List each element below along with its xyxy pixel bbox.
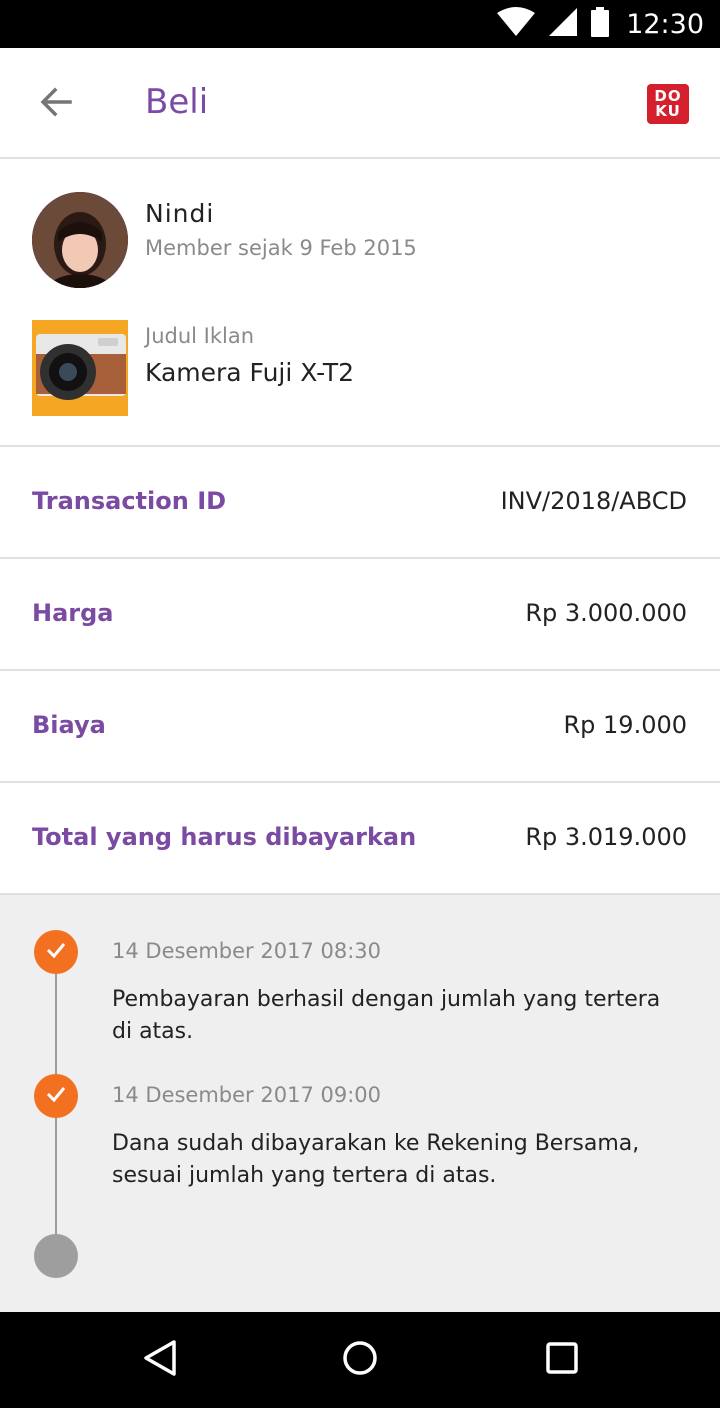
fee-value: Rp 19.000 [563,711,687,739]
fee-row: Biaya Rp 19.000 [0,671,720,783]
transaction-id-value: INV/2018/ABCD [500,487,687,515]
total-value: Rp 3.019.000 [525,823,687,851]
avatar[interactable] [32,192,128,288]
total-label: Total yang harus dibayarkan [32,823,417,851]
ad-title-label: Judul Iklan [145,324,255,348]
doku-logo: DO KU [647,84,689,124]
back-button[interactable] [28,78,84,130]
seller-name: Nindi [145,199,215,228]
arrow-back-icon [40,86,72,122]
timeline-step-done [34,930,78,974]
circle-home-icon [340,1338,380,1382]
product-image[interactable] [32,320,128,416]
status-bar: 12:30 [0,0,720,48]
transaction-id-label: Transaction ID [32,487,227,515]
status-icons: 12:30 [496,0,704,48]
transaction-id-row: Transaction ID INV/2018/ABCD [0,447,720,559]
timeline-date: 14 Desember 2017 08:30 [112,939,382,963]
timeline-text: Dana sudah dibayarakan ke Rekening Bersa… [112,1131,640,1188]
timeline-step-pending [34,1234,78,1278]
payment-timeline: 14 Desember 2017 08:30 Pembayaran berhas… [0,895,720,1312]
fee-label: Biaya [32,711,106,739]
timeline-date: 14 Desember 2017 09:00 [112,1083,382,1107]
nav-home-button[interactable] [336,1336,384,1384]
square-recents-icon [542,1338,582,1382]
price-value: Rp 3.000.000 [525,599,687,627]
timeline-step-done [34,1074,78,1118]
nav-recents-button[interactable] [538,1336,586,1384]
ad-title: Kamera Fuji X-T2 [145,358,355,387]
doku-logo-line2: KU [655,102,681,120]
page-title: Beli [145,82,209,122]
signal-icon [548,7,578,41]
seller-section: Nindi Member sejak 9 Feb 2015 Judul Ikla… [0,159,720,447]
system-nav-bar [0,1312,720,1408]
total-row: Total yang harus dibayarkan Rp 3.019.000 [0,783,720,895]
battery-icon [590,7,610,41]
price-row: Harga Rp 3.000.000 [0,559,720,671]
app-bar: Beli DO KU [0,48,720,159]
triangle-back-icon [142,1338,178,1382]
status-time: 12:30 [626,8,704,40]
timeline-text: Pembayaran berhasil dengan jumlah yang t… [112,987,661,1044]
check-icon [44,938,68,966]
price-label: Harga [32,599,114,627]
member-since: Member sejak 9 Feb 2015 [145,236,417,260]
wifi-icon [496,7,536,41]
nav-back-button[interactable] [136,1336,184,1384]
check-icon [44,1082,68,1110]
